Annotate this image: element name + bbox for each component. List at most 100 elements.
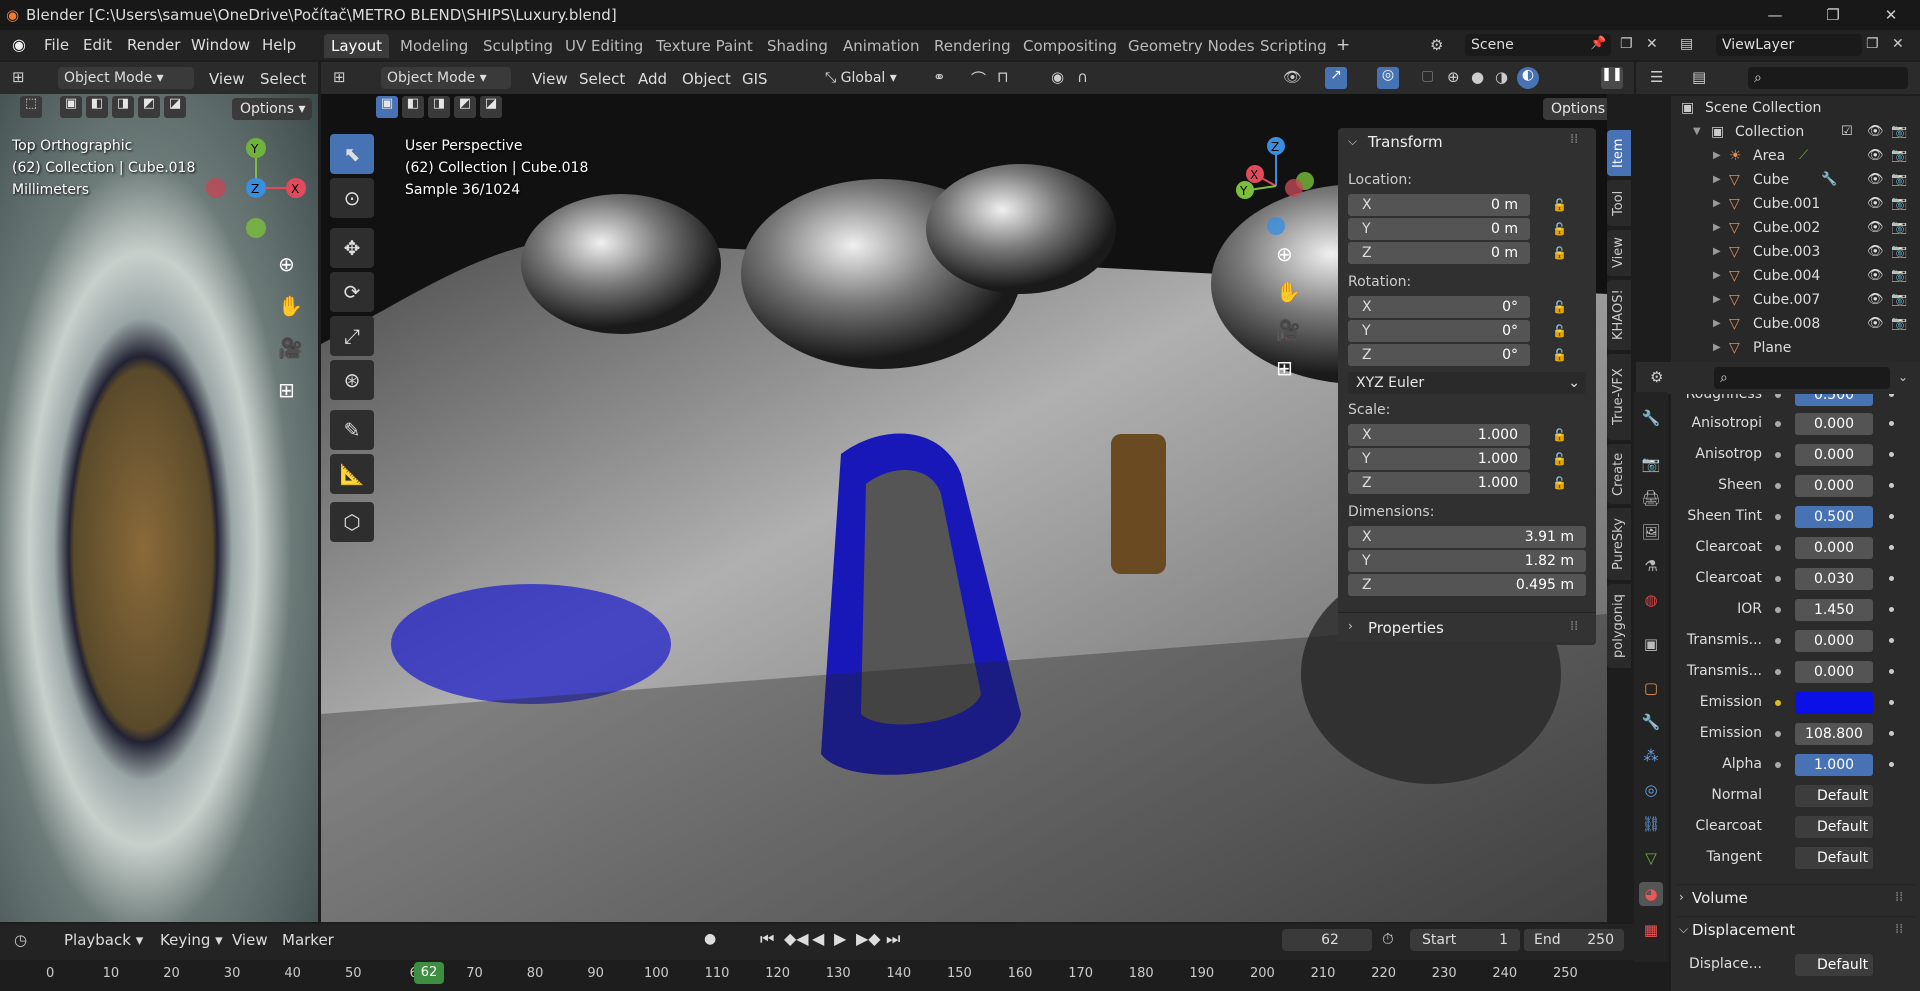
scale-z-field[interactable]: Z 1.000 (1348, 472, 1530, 494)
menu-render[interactable]: Render (127, 36, 180, 54)
prop-row-clearcoat-roughness[interactable]: Clearcoat 0.030 (1671, 566, 1920, 592)
next-keyframe-icon[interactable]: ▶◆ (856, 929, 881, 948)
prop-value[interactable]: Default (1795, 816, 1873, 838)
rotation-x-field[interactable]: X 0° (1348, 296, 1530, 318)
prop-row-alpha[interactable]: Alpha 1.000 (1671, 752, 1920, 778)
prop-value[interactable]: 108.800 (1795, 723, 1873, 745)
eye-icon[interactable]: 👁 (1867, 144, 1884, 168)
outliner-scene-collection[interactable]: ▣ Scene Collection (1671, 96, 1920, 120)
falloff-icon[interactable]: ∩ (1077, 68, 1088, 86)
vp-select-invert-icon[interactable]: ◩ (454, 96, 476, 118)
tab-layout[interactable]: Layout (324, 34, 389, 58)
keyframe-dot[interactable] (1889, 452, 1894, 457)
sidebar-tab-tool[interactable]: Tool (1607, 180, 1631, 226)
physics-properties-icon[interactable]: ◎ (1639, 778, 1663, 802)
jump-start-icon[interactable]: ⏮ (760, 929, 774, 949)
start-frame-field[interactable]: Start 1 (1410, 929, 1520, 951)
sidebar-tab-item[interactable]: Item (1607, 130, 1631, 176)
keyframe-dot[interactable] (1889, 669, 1894, 674)
expand-icon[interactable]: ▶ (1713, 240, 1721, 264)
volume-section[interactable]: › Volume ⁞⁞ (1677, 884, 1915, 912)
menu-window[interactable]: Window (191, 36, 250, 54)
left-camera-icon[interactable]: 🎥 (278, 336, 303, 360)
overlay-toggle-icon[interactable]: ◎ (1377, 67, 1399, 89)
lock-icon[interactable]: 🔓 (1552, 222, 1567, 236)
eye-icon[interactable]: 👁 (1867, 240, 1884, 264)
dimensions-z-field[interactable]: Z 0.495 m (1348, 574, 1586, 596)
prop-row-emission-color[interactable]: Emission (1671, 690, 1920, 716)
viewlayer-icon[interactable]: ▤ (1680, 36, 1693, 52)
timeline-view-menu[interactable]: View (232, 931, 268, 949)
prop-row-roughness[interactable]: Roughness 0.500 (1671, 394, 1920, 408)
tab-geometry-nodes[interactable]: Geometry Nodes (1121, 34, 1262, 58)
snap-icon[interactable]: ⌒ (971, 68, 986, 89)
left-viewport[interactable]: ▣ ◧ ◨ ◩ ◪ ⬚ Options ▾ Top Orthographic (… (0, 94, 318, 922)
outliner-item-cube004[interactable]: ▶ ▽ Cube.004 👁 📷 (1671, 264, 1920, 288)
record-icon[interactable]: ● (704, 931, 716, 947)
display-mode-icon[interactable]: ▤ (1692, 68, 1706, 86)
location-x-field[interactable]: X 0 m (1348, 194, 1530, 216)
tab-modeling[interactable]: Modeling (393, 34, 475, 58)
vp-select-intersect-icon[interactable]: ◪ (480, 96, 502, 118)
left-zoom-icon[interactable]: ⊕ (278, 252, 295, 276)
new-viewlayer-icon[interactable]: ❐ (1866, 36, 1879, 52)
camera-icon[interactable]: 📷 (1891, 240, 1907, 264)
lock-icon[interactable]: 🔓 (1552, 324, 1567, 338)
outliner-editor-icon[interactable]: ☰ (1650, 68, 1663, 86)
left-tool-icon[interactable]: ⬚ (20, 96, 42, 118)
emission-color-swatch[interactable] (1795, 692, 1873, 714)
viewport-gis-menu[interactable]: GIS (742, 70, 768, 88)
data-properties-icon[interactable]: ▽ (1639, 846, 1663, 870)
prop-row-tangent[interactable]: Tangent Default (1671, 845, 1920, 871)
menu-file[interactable]: File (44, 36, 69, 54)
vp-select-box-icon[interactable]: ▣ (376, 96, 398, 118)
keyframe-dot[interactable] (1889, 607, 1894, 612)
particles-properties-icon[interactable]: ⁂ (1639, 744, 1663, 768)
prop-row-clearcoat[interactable]: Clearcoat 0.000 (1671, 535, 1920, 561)
prop-row-sheen[interactable]: Sheen 0.000 (1671, 473, 1920, 499)
transform-title[interactable]: Transform (1368, 133, 1443, 151)
transform-collapse-icon[interactable]: ⌵ (1348, 134, 1357, 149)
expand-icon[interactable]: ▶ (1713, 144, 1721, 168)
lock-icon[interactable]: 🔓 (1552, 476, 1567, 490)
new-scene-icon[interactable]: ❐ (1620, 36, 1633, 52)
keyframe-dot[interactable] (1889, 514, 1894, 519)
left-pan-icon[interactable]: ✋ (278, 294, 303, 318)
prop-value[interactable]: Default (1795, 954, 1873, 976)
scale-tool-button[interactable]: ⤢ (330, 316, 374, 356)
viewport-camera-icon[interactable]: 🎥 (1276, 318, 1301, 342)
eye-icon[interactable]: 👁 (1867, 120, 1884, 144)
pivot-icon[interactable]: ⚭ (933, 68, 946, 86)
location-z-field[interactable]: Z 0 m (1348, 242, 1530, 264)
texture-properties-icon[interactable]: ▦ (1639, 918, 1663, 942)
minimize-button[interactable]: — (1746, 0, 1804, 30)
pin-icon[interactable]: 📌 (1590, 36, 1606, 51)
eye-icon[interactable]: 👁 (1867, 264, 1884, 288)
outliner-item-area[interactable]: ▶ ☀ Area ⟋ 👁 📷 (1671, 144, 1920, 168)
annotate-tool-button[interactable]: ✎ (330, 410, 374, 450)
expand-icon[interactable]: ▶ (1713, 216, 1721, 240)
eye-icon[interactable]: 👁 (1867, 216, 1884, 240)
prop-value[interactable]: 1.000 (1795, 754, 1873, 776)
select-tool-button[interactable]: ⬉ (330, 134, 374, 174)
camera-icon[interactable]: 📷 (1891, 192, 1907, 216)
scale-x-field[interactable]: X 1.000 (1348, 424, 1530, 446)
sidebar-tab-view[interactable]: View (1607, 230, 1631, 276)
outliner-item-cube001[interactable]: ▶ ▽ Cube.001 👁 📷 (1671, 192, 1920, 216)
outliner-item-plane[interactable]: ▶ ▽ Plane (1671, 336, 1920, 356)
tab-compositing[interactable]: Compositing (1016, 34, 1124, 58)
current-frame-field[interactable]: 62 (1282, 929, 1372, 951)
prop-value[interactable]: 0.000 (1795, 444, 1873, 466)
render-properties-icon[interactable]: 📷 (1639, 452, 1663, 476)
marker-menu[interactable]: Marker (282, 931, 334, 949)
eye-icon[interactable]: 👁 (1867, 192, 1884, 216)
lock-icon[interactable]: 🔓 (1552, 300, 1567, 314)
timeline-editor-icon[interactable]: ◷ (14, 931, 27, 949)
visibility-icon[interactable]: 👁 (1283, 68, 1302, 86)
left-options-dropdown[interactable]: Options ▾ (232, 98, 312, 120)
prev-keyframe-icon[interactable]: ◆◀ (784, 929, 809, 948)
camera-icon[interactable]: 📷 (1891, 288, 1907, 312)
outliner-collection[interactable]: ▼ ▣ Collection ☑ 👁 📷 (1671, 120, 1920, 144)
tab-animation[interactable]: Animation (836, 34, 926, 58)
transform-drag-icon[interactable]: ⁞⁞ (1570, 132, 1578, 147)
